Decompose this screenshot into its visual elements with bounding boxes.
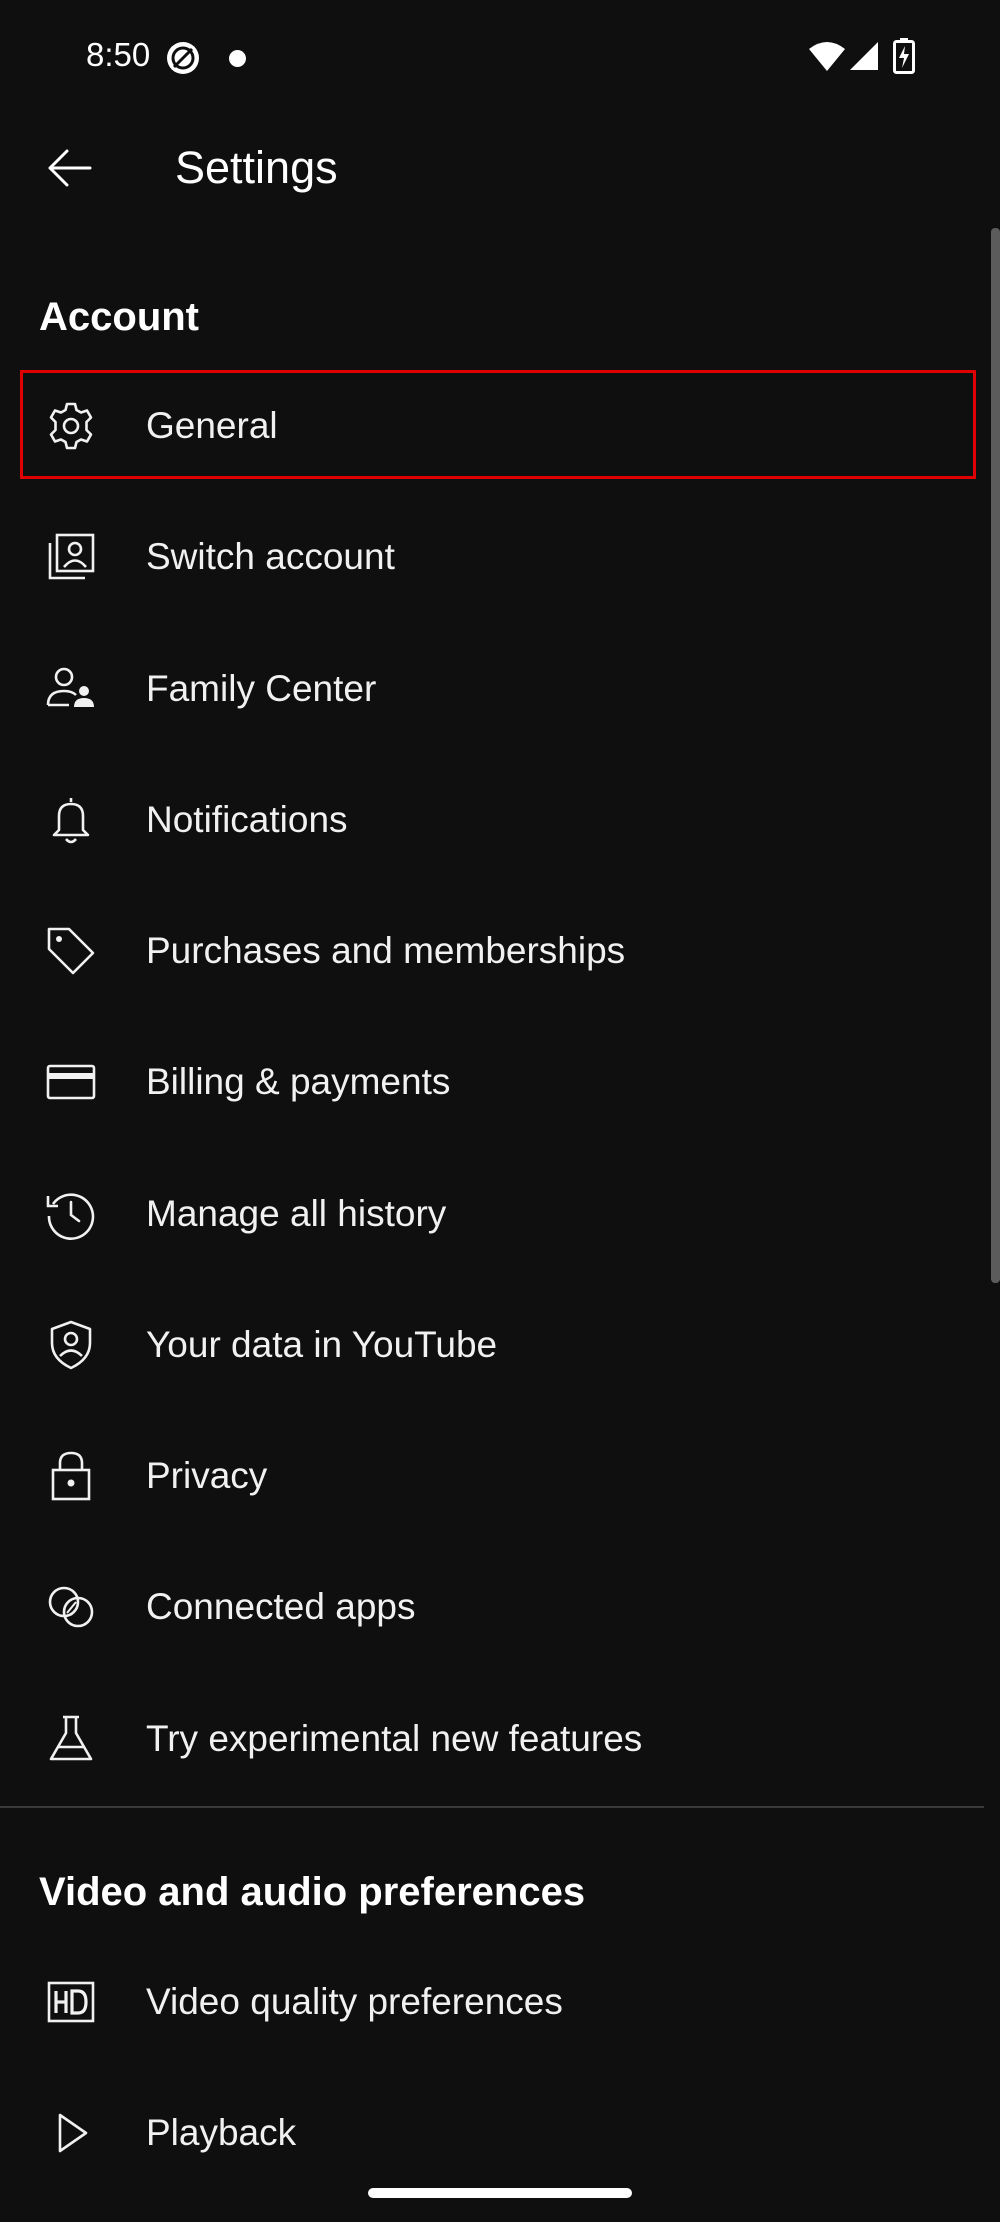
menu-label: Purchases and memberships	[146, 930, 626, 971]
menu-label: Switch account	[146, 536, 395, 577]
menu-item-history[interactable]: Manage all history	[0, 1154, 984, 1272]
gesture-navigation-bar[interactable]	[368, 2188, 632, 2198]
menu-label: Connected apps	[146, 1586, 416, 1627]
bell-icon	[45, 794, 97, 846]
switch-account-icon	[45, 531, 97, 583]
menu-item-your-data[interactable]: Your data in YouTube	[0, 1285, 984, 1403]
menu-item-video-quality[interactable]: Video quality preferences	[0, 1942, 984, 2060]
menu-item-switch-account[interactable]: Switch account	[0, 497, 984, 615]
signal-icon	[848, 40, 880, 72]
menu-item-general[interactable]: General	[0, 366, 984, 484]
menu-label: General	[146, 405, 278, 446]
section-divider	[0, 1806, 984, 1808]
lock-icon	[45, 1450, 97, 1502]
menu-label: Notifications	[146, 799, 348, 840]
play-icon	[45, 2107, 97, 2159]
family-icon	[45, 663, 97, 715]
notification-dot	[229, 50, 246, 67]
scrollbar[interactable]	[991, 228, 1000, 1283]
tag-icon	[45, 925, 97, 977]
wifi-icon	[808, 40, 846, 72]
menu-label: Try experimental new features	[146, 1718, 643, 1759]
menu-label: Video quality preferences	[146, 1981, 563, 2022]
section-header-account: Account	[39, 295, 199, 339]
menu-item-family-center[interactable]: Family Center	[0, 629, 984, 747]
gear-icon	[45, 400, 97, 452]
menu-item-purchases[interactable]: Purchases and memberships	[0, 891, 984, 1009]
menu-item-privacy[interactable]: Privacy	[0, 1416, 984, 1534]
connected-circles-icon	[45, 1581, 97, 1633]
section-header-video-audio: Video and audio preferences	[39, 1870, 586, 1914]
status-bar: 8:50	[0, 0, 1000, 112]
battery-charging-icon	[893, 38, 915, 74]
menu-item-connected-apps[interactable]: Connected apps	[0, 1547, 984, 1665]
credit-card-icon	[45, 1056, 97, 1108]
menu-item-notifications[interactable]: Notifications	[0, 760, 984, 878]
flask-icon	[45, 1713, 97, 1765]
shield-person-icon	[45, 1319, 97, 1371]
menu-item-experimental[interactable]: Try experimental new features	[0, 1679, 984, 1797]
menu-label: Your data in YouTube	[146, 1324, 498, 1365]
app-bar: Settings	[0, 112, 1000, 230]
menu-item-playback[interactable]: Playback	[0, 2073, 984, 2191]
hd-icon	[45, 1976, 97, 2028]
history-icon	[45, 1188, 97, 1240]
menu-label: Playback	[146, 2112, 297, 2153]
menu-label: Family Center	[146, 668, 377, 709]
vpn-icon	[165, 40, 201, 76]
page-title: Settings	[175, 142, 338, 193]
status-time: 8:50	[86, 36, 151, 73]
menu-label: Privacy	[146, 1455, 268, 1496]
menu-label: Manage all history	[146, 1193, 447, 1234]
menu-item-billing[interactable]: Billing & payments	[0, 1022, 984, 1140]
menu-label: Billing & payments	[146, 1061, 451, 1102]
arrow-left-icon	[46, 148, 92, 188]
back-button[interactable]	[38, 137, 100, 199]
